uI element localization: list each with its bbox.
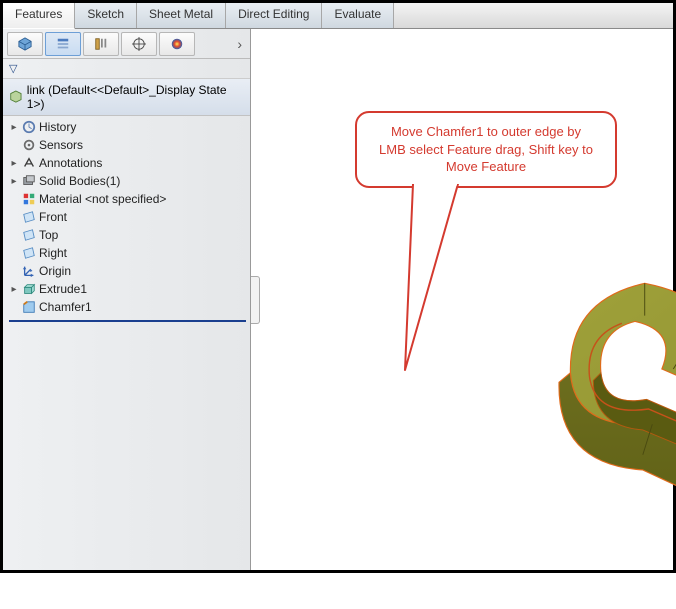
tree-label: Sensors [39,138,83,152]
part-title-bar[interactable]: link (Default<<Default>_Display State 1>… [3,79,250,116]
annotations-icon [22,156,36,170]
tree-node-top-plane[interactable]: Top [5,226,250,244]
featuretree-tab-icon[interactable] [7,32,43,56]
rollback-bar[interactable] [9,320,246,322]
callout-line: LMB select Feature drag, Shift key to [369,141,603,159]
tab-direct-editing[interactable]: Direct Editing [226,3,322,28]
panel-iconbar: › [3,29,250,59]
filter-icon: ▽ [9,62,17,75]
tree-node-extrude1[interactable]: ▸ Extrude1 [5,280,250,298]
callout-line: Move Chamfer1 to outer edge by [369,123,603,141]
tab-sketch[interactable]: Sketch [75,3,137,28]
tab-evaluate[interactable]: Evaluate [322,3,394,28]
command-tabs: Features Sketch Sheet Metal Direct Editi… [3,3,673,29]
displaymgr-tab-icon[interactable] [159,32,195,56]
tree-label: History [39,120,76,134]
instruction-callout: Move Chamfer1 to outer edge by LMB selec… [355,111,617,188]
tree-node-origin[interactable]: Origin [5,262,250,280]
tree-label: Extrude1 [39,282,87,296]
callout-bubble: Move Chamfer1 to outer edge by LMB selec… [355,111,617,188]
feature-tree: ▸ History Sensors ▸ Annotations ▸ Solid … [3,116,250,322]
configmgr-tab-icon[interactable] [83,32,119,56]
tree-node-history[interactable]: ▸ History [5,118,250,136]
feature-manager-panel: › ▽ link (Default<<Default>_Display Stat… [3,29,251,570]
tree-node-front-plane[interactable]: Front [5,208,250,226]
tree-node-chamfer1[interactable]: Chamfer1 [5,298,250,316]
dimxpert-tab-icon[interactable] [121,32,157,56]
part-icon [9,90,23,104]
model-link-part [519,209,676,609]
tree-node-material[interactable]: Material <not specified> [5,190,250,208]
expand-toggle[interactable]: ▸ [9,284,19,295]
solid-bodies-icon [22,174,36,188]
tree-label: Top [39,228,58,242]
plane-icon [22,246,36,260]
expand-toggle[interactable]: ▸ [9,122,19,133]
tab-sheet-metal[interactable]: Sheet Metal [137,3,226,28]
panel-splitter-handle[interactable] [251,276,260,324]
sensors-icon [22,138,36,152]
plane-icon [22,210,36,224]
tab-features[interactable]: Features [3,3,75,29]
origin-icon [22,264,36,278]
filter-row[interactable]: ▽ [3,59,250,79]
callout-line: Move Feature [369,158,603,176]
chamfer-icon [22,300,36,314]
tree-label: Solid Bodies(1) [39,174,120,188]
tree-node-solid-bodies[interactable]: ▸ Solid Bodies(1) [5,172,250,190]
tree-node-sensors[interactable]: Sensors [5,136,250,154]
tree-label: Origin [39,264,71,278]
tree-label: Right [39,246,67,260]
expand-toggle[interactable]: ▸ [9,176,19,187]
tree-label: Chamfer1 [39,300,92,314]
tree-label: Material <not specified> [39,192,166,206]
history-icon [22,120,36,134]
part-title: link (Default<<Default>_Display State 1>… [27,83,244,111]
extrude-icon [22,282,36,296]
expand-toggle[interactable]: ▸ [9,158,19,169]
panel-overflow-chevron[interactable]: › [237,36,242,52]
propertymgr-tab-icon[interactable] [45,32,81,56]
material-icon [22,192,36,206]
callout-tail-icon [403,184,473,374]
plane-icon [22,228,36,242]
tree-node-annotations[interactable]: ▸ Annotations [5,154,250,172]
tree-node-right-plane[interactable]: Right [5,244,250,262]
tree-label: Annotations [39,156,102,170]
tree-label: Front [39,210,67,224]
